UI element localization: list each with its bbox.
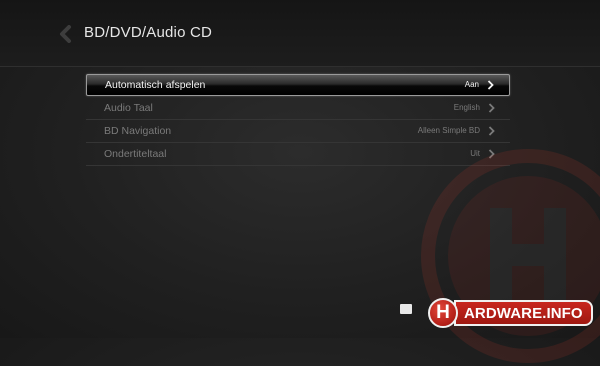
menu-item-label: Ondertiteltaal	[104, 148, 167, 160]
menu-item-label: Automatisch afspelen	[105, 79, 206, 91]
menu-item-value: Alleen Simple BD	[417, 126, 480, 135]
header-bar: BD/DVD/Audio CD	[0, 0, 600, 67]
logo-text: ARDWARE.INFO	[454, 300, 593, 326]
hardware-info-logo: H ARDWARE.INFO	[428, 296, 593, 330]
page-title: BD/DVD/Audio CD	[84, 24, 213, 41]
menu-item-label: Audio Taal	[104, 102, 153, 114]
menu-item-bd-navigation[interactable]: BD Navigation Alleen Simple BD	[86, 120, 510, 143]
home-icon	[400, 304, 412, 314]
hardware-info-watermark-icon	[421, 149, 600, 363]
chevron-right-icon	[488, 103, 495, 113]
menu-item-value: English	[453, 103, 480, 112]
menu-item-label: BD Navigation	[104, 125, 172, 137]
menu-item-value: Aan	[464, 80, 479, 89]
menu-item-automatisch-afspelen[interactable]: Automatisch afspelen Aan	[86, 74, 510, 96]
chevron-right-icon	[487, 80, 494, 90]
logo-badge: H	[428, 298, 458, 328]
menu-item-audio-taal[interactable]: Audio Taal English	[86, 97, 510, 120]
chevron-left-icon[interactable]	[58, 25, 72, 43]
chevron-right-icon	[488, 126, 495, 136]
